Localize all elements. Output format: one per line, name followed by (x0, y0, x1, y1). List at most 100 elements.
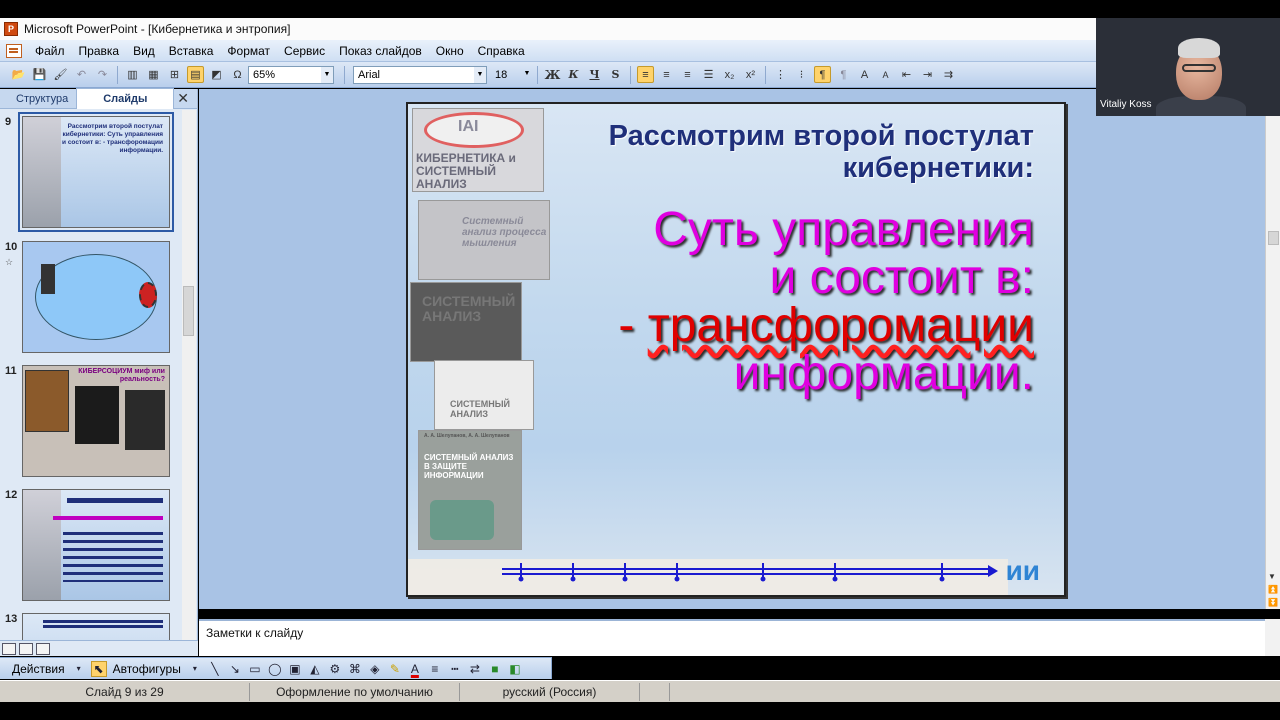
menu-insert[interactable]: Вставка (162, 44, 221, 58)
chevron-down-icon: ▼ (474, 66, 486, 83)
textbox-icon[interactable]: ▣ (287, 661, 303, 677)
shadow-style-icon[interactable]: ■ (487, 661, 503, 677)
italic-button[interactable]: К (565, 66, 582, 83)
increase-indent-icon[interactable]: ⇥ (919, 66, 936, 83)
slideshow-icon[interactable] (36, 642, 50, 655)
format-painter-icon[interactable]: 🖌 (52, 66, 69, 83)
slide-workspace: IAI КИБЕРНЕТИКА и СИСТЕМНЫЙ АНАЛИЗ Систе… (199, 89, 1265, 609)
align-center-icon[interactable]: ≡ (658, 66, 675, 83)
line-color-icon[interactable]: ✎ (387, 661, 403, 677)
underline-button[interactable]: Ч (586, 66, 603, 83)
decrease-indent-icon[interactable]: ⇤ (898, 66, 915, 83)
menu-help[interactable]: Справка (471, 44, 532, 58)
justify-icon[interactable]: ☰ (700, 66, 717, 83)
notes-pane[interactable]: Заметки к слайду (199, 619, 1265, 656)
view-buttons (0, 640, 198, 656)
menu-edit[interactable]: Правка (72, 44, 127, 58)
slide-sorter-icon[interactable] (19, 642, 33, 655)
slide-thumbnail[interactable] (22, 241, 170, 353)
slide-thumbnail[interactable]: КИБЕРСОЦИУМ миф или реальность? (22, 365, 170, 477)
oval-icon[interactable]: ◯ (267, 661, 283, 677)
bullets-icon[interactable]: ⁝ (793, 66, 810, 83)
tab-slides[interactable]: Слайды (76, 88, 175, 109)
wordart-icon[interactable]: ◭ (307, 661, 323, 677)
clipart-icon[interactable]: ⌘ (347, 661, 363, 677)
menu-window[interactable]: Окно (429, 44, 471, 58)
normal-view-icon[interactable] (2, 642, 16, 655)
line-style-icon[interactable]: ≡ (427, 661, 443, 677)
document-icon[interactable] (6, 43, 22, 58)
chevron-down-icon[interactable]: ▾ (71, 661, 87, 677)
align-right-icon[interactable]: ≡ (679, 66, 696, 83)
dash-style-icon[interactable]: ┅ (447, 661, 463, 677)
align-left-icon[interactable]: ≡ (637, 66, 654, 83)
font-size-select[interactable]: 18 ▼ (491, 66, 533, 84)
autoshapes-menu[interactable]: Автофигуры (109, 662, 185, 676)
undo-icon[interactable]: ↶ (73, 66, 90, 83)
scroll-thumb[interactable] (183, 286, 194, 336)
arrow-style-icon[interactable]: ⇄ (467, 661, 483, 677)
scroll-thumb[interactable] (1268, 231, 1279, 245)
menu-slideshow[interactable]: Показ слайдов (332, 44, 429, 58)
menu-tools[interactable]: Сервис (277, 44, 332, 58)
tab-outline[interactable]: Структура (0, 89, 76, 109)
fill-color-icon[interactable]: ◈ (367, 661, 383, 677)
slide-title[interactable]: Рассмотрим второй постулат кибернетики: (564, 120, 1034, 184)
numbering-icon[interactable]: ⋮ (772, 66, 789, 83)
workspace-scrollbar[interactable]: ▼ ⏫ ⏬ (1265, 89, 1280, 609)
notes-scrollbar[interactable] (1265, 619, 1280, 656)
insert-chart-icon[interactable]: ▥ (124, 66, 141, 83)
status-bar: Слайд 9 из 29 Оформление по умолчанию ру… (0, 680, 1280, 702)
participant-name: Vitaliy Koss (1100, 99, 1152, 110)
tables-borders-icon[interactable]: ⊞ (166, 66, 183, 83)
increase-font-icon[interactable]: A (856, 66, 873, 83)
menu-format[interactable]: Формат (220, 44, 277, 58)
thumbnail-list: 9 Рассмотрим второй постулат кибернетики… (0, 110, 181, 640)
current-slide[interactable]: IAI КИБЕРНЕТИКА и СИСТЕМНЫЙ АНАЛИЗ Систе… (406, 102, 1066, 597)
powerpoint-app-icon[interactable]: P (4, 22, 18, 36)
notes-placeholder: Заметки к слайду (206, 626, 304, 640)
slide-number: 12 (5, 489, 18, 501)
slide-thumbnail[interactable] (22, 613, 170, 640)
select-pointer-icon[interactable]: ⬉ (90, 660, 107, 677)
arrow-icon[interactable]: ↘ (227, 661, 243, 677)
chevron-down-icon: ▼ (523, 70, 531, 77)
slide-thumbnail[interactable]: Рассмотрим второй постулат кибернетики: … (18, 112, 174, 232)
thumbnails-scrollbar[interactable] (182, 110, 196, 640)
zoom-select[interactable]: 65% ▼ (248, 65, 334, 84)
timeline-graphic (408, 559, 1008, 595)
font-color-icon[interactable]: A (407, 661, 423, 677)
close-icon[interactable]: ✕ (177, 90, 189, 107)
decrease-font-icon[interactable]: A (877, 66, 894, 83)
language-indicator: русский (Россия) (460, 682, 640, 701)
open-icon[interactable]: 📂 (10, 66, 27, 83)
slide-counter: Слайд 9 из 29 (0, 682, 250, 701)
scroll-arrows-icon[interactable]: ▼ ⏫ ⏬ (1268, 570, 1278, 609)
font-select[interactable]: Arial ▼ (353, 65, 487, 84)
insert-table-icon[interactable]: ▦ (145, 66, 162, 83)
slide-thumbnail[interactable] (22, 489, 170, 601)
omega-symbol-icon[interactable]: Ω (229, 66, 246, 83)
shadow-button[interactable]: S (607, 66, 624, 83)
superscript-icon[interactable]: x² (742, 66, 759, 83)
grid-icon[interactable]: ▤ (187, 66, 204, 83)
save-icon[interactable]: 💾 (31, 66, 48, 83)
chevron-down-icon[interactable]: ▾ (187, 661, 203, 677)
redo-icon[interactable]: ↷ (94, 66, 111, 83)
actions-menu[interactable]: Действия (8, 662, 69, 676)
subscript-icon[interactable]: x₂ (721, 66, 738, 83)
3d-style-icon[interactable]: ◧ (507, 661, 523, 677)
menu-file[interactable]: Файл (28, 44, 72, 58)
slide-body[interactable]: Суть управления и состоит в: - трансфоро… (564, 206, 1034, 398)
toolbar-options-icon[interactable]: ⇉ (940, 66, 957, 83)
bold-button[interactable]: Ж (544, 66, 561, 83)
line-icon[interactable]: ╲ (207, 661, 223, 677)
menu-view[interactable]: Вид (126, 44, 162, 58)
design-template[interactable]: Оформление по умолчанию (250, 682, 460, 701)
diagram-icon[interactable]: ⚙ (327, 661, 343, 677)
ltr-icon[interactable]: ¶ (814, 66, 831, 83)
rectangle-icon[interactable]: ▭ (247, 661, 263, 677)
color-grayscale-icon[interactable]: ◩ (208, 66, 225, 83)
slides-panel: Структура Слайды ✕ 9 Рассмотрим второй п… (0, 88, 198, 640)
rtl-icon[interactable]: ¶ (835, 66, 852, 83)
